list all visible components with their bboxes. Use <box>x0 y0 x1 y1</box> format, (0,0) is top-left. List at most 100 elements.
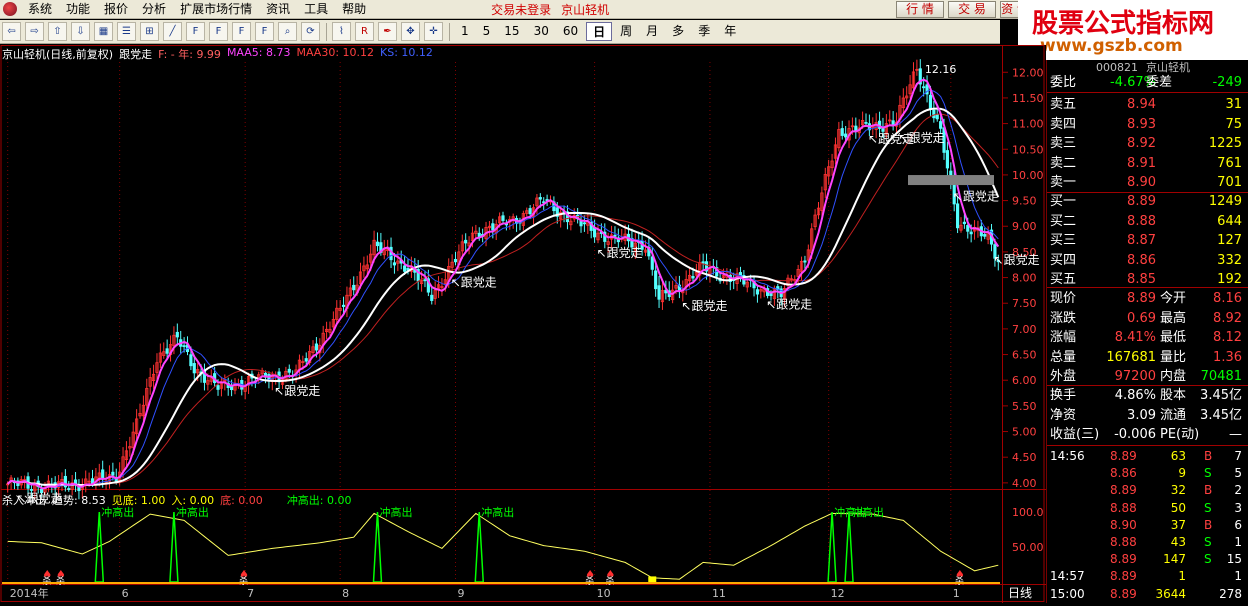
candle-body <box>956 203 960 229</box>
stat-row-cell: 内盘 <box>1160 369 1187 384</box>
rsi-icon[interactable]: R <box>355 22 374 41</box>
zoom-icon[interactable]: ⌕ <box>278 22 297 41</box>
chong-spike <box>827 511 837 583</box>
tick-cell: 37 <box>1170 517 1186 532</box>
menu-tools[interactable]: 工具 <box>297 0 335 19</box>
period-week[interactable]: 周 <box>614 22 638 41</box>
tick-row: 8.86 9 S 5 <box>1048 465 1246 482</box>
candle-body <box>579 220 583 227</box>
tick-cell: 14:57 <box>1050 569 1085 584</box>
stat-row-cell: 总量 <box>1050 349 1077 365</box>
candle-body <box>501 215 505 221</box>
menu-news[interactable]: 资讯 <box>259 0 297 19</box>
menu-system[interactable]: 系统 <box>21 0 59 19</box>
menu-extended-market[interactable]: 扩展市场行情 <box>173 0 259 19</box>
candle-body <box>341 304 346 307</box>
menu-function[interactable]: 功能 <box>59 0 97 19</box>
ma-red-line <box>7 113 999 486</box>
tick-cell: 8.89 <box>1110 569 1137 584</box>
candle-body <box>582 222 587 225</box>
period-15min[interactable]: 15 <box>498 22 525 41</box>
period-season[interactable]: 季 <box>692 22 716 41</box>
sell-row-cell: 701 <box>1217 175 1242 190</box>
buy-signal-label: 杀 <box>955 575 964 587</box>
refresh-icon[interactable]: ⟳ <box>301 22 320 41</box>
list-icon[interactable]: ☰ <box>117 22 136 41</box>
f11-icon[interactable]: F <box>209 22 228 41</box>
tick-cell: 43 <box>1170 535 1186 549</box>
buy-row-cell: 8.88 <box>1127 213 1156 229</box>
candle-body <box>423 279 427 282</box>
candle-body <box>928 94 933 110</box>
buy-row-cell: 127 <box>1217 233 1242 248</box>
table-icon[interactable]: ▦ <box>94 22 113 41</box>
menu-help[interactable]: 帮助 <box>335 0 373 19</box>
candle-body <box>854 125 858 132</box>
back-arrow-icon[interactable]: ⇦ <box>2 22 21 41</box>
period-year[interactable]: 年 <box>718 22 742 41</box>
move-icon[interactable]: ✥ <box>401 22 420 41</box>
period-60min[interactable]: 60 <box>557 22 584 41</box>
sub-legend: 杀入冲出 趋势: 8.53 见底: 1.00 入: 0.00 底: 0.00 冲… <box>2 492 352 508</box>
period-month[interactable]: 月 <box>640 22 664 41</box>
fund-row-cell: 3.45亿 <box>1200 388 1242 403</box>
period-5min[interactable]: 5 <box>477 22 497 41</box>
sell-row-cell: 8.90 <box>1127 175 1156 190</box>
candle-body <box>528 208 532 215</box>
sub-tick-label: 100.0 <box>1012 506 1044 519</box>
candle-body <box>969 231 973 235</box>
wei-row-cell: -249 <box>1212 75 1242 90</box>
period-multi[interactable]: 多 <box>666 22 690 41</box>
tick-cell: 3644 <box>1155 586 1186 601</box>
month-label: 12 <box>831 587 845 600</box>
tick-cell: 8.89 <box>1110 449 1137 463</box>
price-tick-label: 4.00 <box>1012 477 1037 490</box>
price-tick-label: 8.00 <box>1012 272 1037 285</box>
stat-row-cell: 涨幅 <box>1050 330 1077 345</box>
kline-icon[interactable]: ⌇ <box>332 22 351 41</box>
f12-icon[interactable]: F <box>232 22 251 41</box>
annotation-label: ↖跟党走 <box>597 245 643 260</box>
tick-cell: S <box>1204 535 1212 549</box>
market-button[interactable]: 行 情 <box>896 1 944 18</box>
legend-ks: KS: 10.12 <box>380 46 433 59</box>
f13-icon[interactable]: F <box>255 22 274 41</box>
buy-row-cell: 332 <box>1217 252 1242 268</box>
forward-arrow-icon[interactable]: ⇨ <box>25 22 44 41</box>
grid-icon[interactable]: ⊞ <box>140 22 159 41</box>
buy-signal-label: 杀 <box>42 575 51 587</box>
sell-row-cell: 1225 <box>1208 136 1242 151</box>
price-tick-label: 10.00 <box>1012 169 1044 182</box>
line-chart-icon[interactable]: ╱ <box>163 22 182 41</box>
legend-title: 京山轻机(日线,前复权) <box>2 48 114 61</box>
cross-cursor-icon[interactable]: ✛ <box>424 22 443 41</box>
tick-row: 14:57 8.89 1 1 <box>1048 568 1246 585</box>
kline-chart[interactable]: 2014年 6 7 8 9 10 11 12 1 12.00 11.50 11.00 10.50 10.0… <box>0 45 1046 603</box>
menu-analysis[interactable]: 分析 <box>135 0 173 19</box>
menu-quote[interactable]: 报价 <box>97 0 135 19</box>
candle-body <box>755 289 760 295</box>
period-30min[interactable]: 30 <box>528 22 555 41</box>
toolbar: ⇦ ⇨ ⇧ ⇩ ▦ ☰ ⊞ ╱ F F F F ⌕ ⟳ ⌇ R ✒ ✥ ✛ 1 … <box>0 20 1000 44</box>
period-day[interactable]: 日 <box>586 22 613 41</box>
draw-line-icon[interactable]: ✒ <box>378 22 397 41</box>
trade-button[interactable]: 交 易 <box>948 1 996 18</box>
stat-row-cell: 8.92 <box>1213 310 1242 326</box>
candle-body <box>935 114 939 120</box>
candle-body <box>175 331 179 338</box>
period-1min[interactable]: 1 <box>455 22 475 41</box>
tick-cell: S <box>1204 500 1212 515</box>
buy-row-cell: 买二 <box>1050 213 1077 229</box>
down-arrow-icon[interactable]: ⇩ <box>71 22 90 41</box>
tick-cell: 50 <box>1170 500 1186 515</box>
chart-panel[interactable]: 2014年 6 7 8 9 10 11 12 1 12.00 11.50 11.00 10.50 10.0… <box>0 45 1046 603</box>
stat-row-cell: 最低 <box>1160 330 1187 345</box>
tick-cell: 15 <box>1226 552 1242 567</box>
candle-body <box>613 234 617 237</box>
stat-row: 涨幅 8.41% 最低 8.12 <box>1048 328 1246 347</box>
price-tick-label: 9.00 <box>1012 220 1037 233</box>
candle-body <box>891 120 895 125</box>
price-tick-label: 12.00 <box>1012 66 1044 79</box>
up-arrow-icon[interactable]: ⇧ <box>48 22 67 41</box>
f10-icon[interactable]: F <box>186 22 205 41</box>
